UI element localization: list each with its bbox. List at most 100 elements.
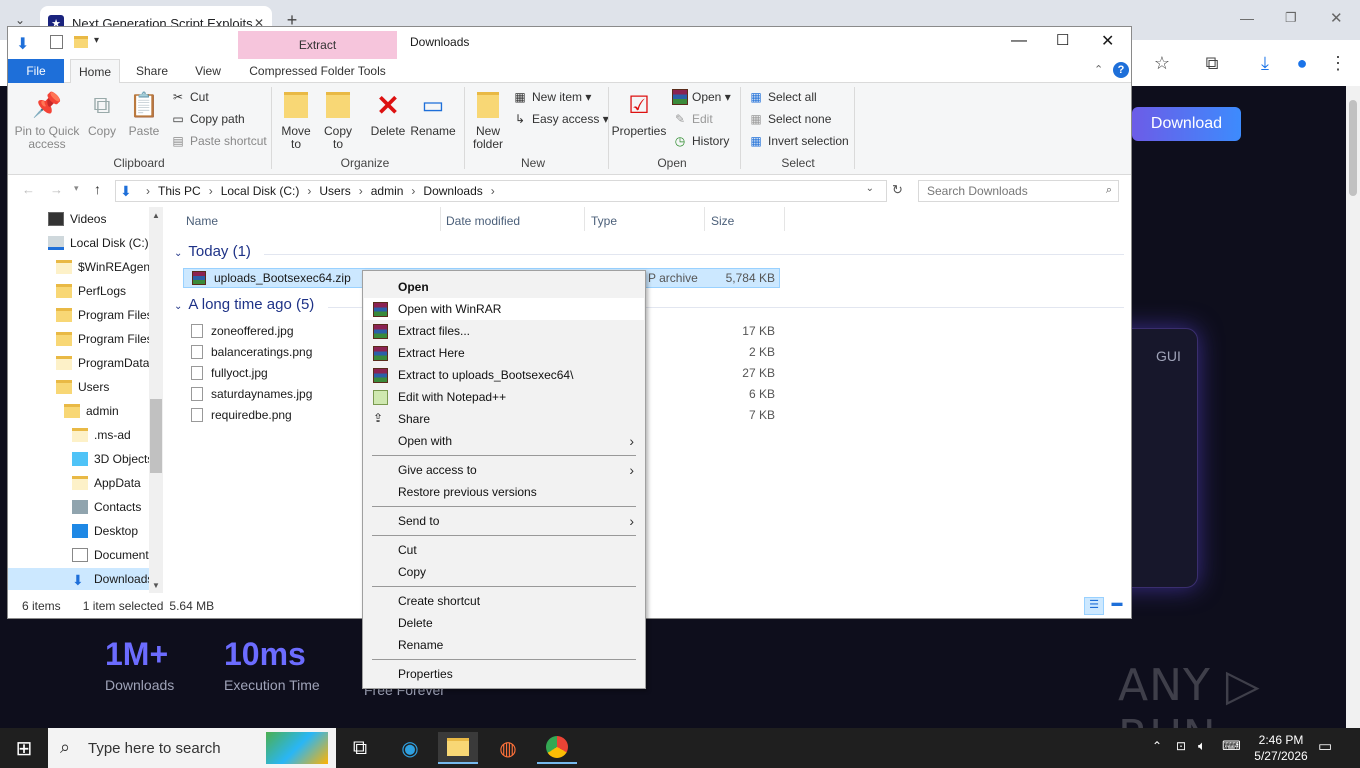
- group-today[interactable]: ⌄ Today (1): [174, 243, 251, 260]
- copy-button[interactable]: ⧉ Copy: [84, 89, 120, 138]
- tab-compressed-folder-tools[interactable]: Compressed Folder Tools: [238, 59, 397, 83]
- notification-icon[interactable]: ▭: [1318, 737, 1332, 755]
- nav-item-desktop[interactable]: Desktop: [72, 520, 138, 542]
- restore-icon[interactable]: ❐: [1285, 10, 1297, 26]
- nav-item-local-disk[interactable]: Local Disk (C:): [48, 232, 149, 254]
- tab-view[interactable]: View: [184, 59, 232, 83]
- breadcrumb-this-pc[interactable]: This PC: [158, 184, 201, 198]
- ribbon-collapse-icon[interactable]: ⌃: [1094, 63, 1103, 76]
- new-item-button[interactable]: ▦ New item ▾: [512, 89, 591, 105]
- volume-icon[interactable]: 🔈︎: [1198, 738, 1206, 754]
- extract-context-tab[interactable]: Extract: [238, 31, 397, 59]
- new-folder-qat-icon[interactable]: [74, 36, 88, 48]
- column-date-modified[interactable]: Date modified: [446, 214, 520, 228]
- refresh-icon[interactable]: ↻: [892, 182, 903, 198]
- paste-button[interactable]: 📋 Paste: [126, 89, 162, 138]
- task-view-icon[interactable]: ⧉: [340, 732, 380, 764]
- open-ribbon-button[interactable]: Open ▾: [672, 89, 731, 105]
- nav-item-users[interactable]: Users: [56, 376, 109, 398]
- minimize-icon[interactable]: —: [1240, 10, 1254, 26]
- windows-start-icon[interactable]: ⊞: [4, 732, 44, 764]
- firefox-icon[interactable]: ◍: [488, 732, 528, 764]
- breadcrumb-downloads[interactable]: Downloads: [423, 184, 482, 198]
- explorer-maximize-icon[interactable]: ☐: [1056, 31, 1069, 49]
- page-scrollbar[interactable]: [1346, 86, 1360, 728]
- pin-quick-access-button[interactable]: 📌 Pin to Quick access: [14, 89, 80, 151]
- menu-item-extract-to[interactable]: Extract to uploads_Bootsexec64\: [364, 364, 644, 386]
- scroll-up-icon[interactable]: ▲: [152, 211, 160, 220]
- menu-item-send-to[interactable]: Send to ›: [364, 510, 644, 532]
- taskbar-search-box[interactable]: ⌕ Type here to search: [48, 728, 336, 768]
- menu-item-extract-files[interactable]: Extract files...: [364, 320, 644, 342]
- column-type[interactable]: Type: [591, 214, 617, 228]
- nav-item-programdata[interactable]: ProgramData: [56, 352, 149, 374]
- select-all-button[interactable]: ▦ Select all: [748, 89, 816, 105]
- new-folder-button[interactable]: New folder: [470, 89, 506, 151]
- tab-home[interactable]: Home: [70, 59, 120, 83]
- page-scroll-thumb[interactable]: [1349, 100, 1357, 196]
- nav-item-downloads[interactable]: ⬇ Downloads: [8, 568, 149, 590]
- copy-path-button[interactable]: ▭ Copy path: [170, 111, 244, 127]
- menu-item-copy[interactable]: Copy: [364, 561, 644, 583]
- rename-button[interactable]: ▭ Rename: [410, 89, 456, 138]
- up-arrow-icon[interactable]: ↑: [94, 181, 101, 197]
- nav-item-videos[interactable]: Videos: [48, 208, 106, 230]
- explorer-close-icon[interactable]: ✕: [1101, 31, 1114, 51]
- nav-item-program-files[interactable]: Program Files: [56, 304, 153, 326]
- group-long-ago[interactable]: ⌄ A long time ago (5): [174, 296, 314, 313]
- nav-item-documents[interactable]: Documents: [72, 544, 155, 566]
- delete-button[interactable]: ✕ Delete: [368, 89, 408, 138]
- downloads-icon[interactable]: ⤓: [1251, 49, 1279, 77]
- nav-scroll-thumb[interactable]: [150, 399, 162, 473]
- help-icon[interactable]: ?: [1113, 62, 1129, 78]
- qat-dropdown-icon[interactable]: ▾: [94, 35, 99, 46]
- move-to-button[interactable]: Move to: [278, 89, 314, 151]
- chrome-menu-icon[interactable]: ⋮: [1324, 49, 1352, 77]
- tab-share[interactable]: Share: [128, 59, 176, 83]
- nav-item-admin[interactable]: admin: [64, 400, 119, 422]
- network-icon[interactable]: ⊡: [1176, 739, 1186, 753]
- menu-item-rename[interactable]: Rename: [364, 634, 644, 656]
- nav-item-perflogs[interactable]: PerfLogs: [56, 280, 126, 302]
- details-view-icon[interactable]: ☰: [1084, 597, 1104, 615]
- clock[interactable]: 2:46 PM 5/27/2026: [1250, 732, 1312, 764]
- history-button[interactable]: ◷ History: [672, 133, 730, 149]
- menu-item-give-access[interactable]: Give access to ›: [364, 459, 644, 481]
- address-dropdown-icon[interactable]: ⌄: [866, 183, 874, 194]
- bookmark-star-icon[interactable]: ☆: [1148, 49, 1176, 77]
- copy-to-button[interactable]: Copy to: [320, 89, 356, 151]
- profile-icon[interactable]: ●: [1288, 49, 1316, 77]
- chrome-taskbar-icon[interactable]: [537, 732, 577, 764]
- input-method-icon[interactable]: ⌨︎: [1222, 738, 1241, 754]
- breadcrumb-local-disk[interactable]: Local Disk (C:): [221, 184, 300, 198]
- forward-arrow-icon[interactable]: →: [50, 182, 63, 197]
- paste-shortcut-button[interactable]: ▤ Paste shortcut: [170, 133, 266, 149]
- site-download-button[interactable]: Download: [1132, 107, 1241, 141]
- cut-button[interactable]: ✂ Cut: [170, 89, 209, 105]
- extensions-icon[interactable]: ⧉: [1198, 49, 1226, 77]
- menu-item-open[interactable]: Open: [364, 276, 644, 298]
- menu-item-open-with[interactable]: Open with ›: [364, 430, 644, 452]
- column-size[interactable]: Size: [711, 214, 734, 228]
- tray-chevron-icon[interactable]: ⌃: [1152, 739, 1162, 753]
- tab-file[interactable]: File: [8, 59, 64, 83]
- menu-item-edit-notepad[interactable]: Edit with Notepad++: [364, 386, 644, 408]
- breadcrumb-admin[interactable]: admin: [371, 184, 404, 198]
- back-arrow-icon[interactable]: ←: [22, 182, 35, 197]
- file-explorer-taskbar-icon[interactable]: [438, 732, 478, 764]
- nav-item-contacts[interactable]: Contacts: [72, 496, 141, 518]
- easy-access-button[interactable]: ↳ Easy access ▾: [512, 111, 609, 127]
- menu-item-extract-here[interactable]: Extract Here: [364, 342, 644, 364]
- explorer-minimize-icon[interactable]: —: [1011, 32, 1027, 50]
- invert-selection-button[interactable]: ▦ Invert selection: [748, 133, 848, 149]
- menu-item-open-with-winrar[interactable]: Open with WinRAR: [364, 298, 644, 320]
- nav-item-ms-ad[interactable]: .ms-ad: [72, 424, 131, 446]
- breadcrumb-users[interactable]: Users: [319, 184, 350, 198]
- column-name[interactable]: Name: [186, 214, 218, 228]
- menu-item-share[interactable]: ⇪ Share: [364, 408, 644, 430]
- menu-item-create-shortcut[interactable]: Create shortcut: [364, 590, 644, 612]
- large-icons-view-icon[interactable]: ▬: [1108, 597, 1126, 615]
- nav-item-3d-objects[interactable]: 3D Objects: [72, 448, 153, 470]
- nav-item-appdata[interactable]: AppData: [72, 472, 141, 494]
- menu-item-properties[interactable]: Properties: [364, 663, 644, 685]
